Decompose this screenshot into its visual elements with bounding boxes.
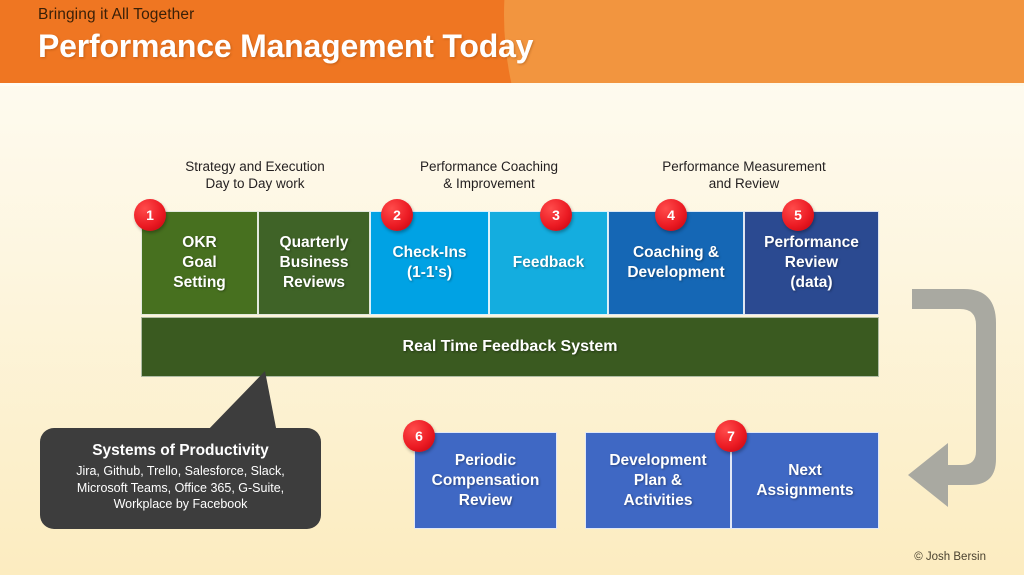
slide-canvas: Bringing it All Together Performance Man…	[0, 0, 1024, 575]
callout-body: Jira, Github, Trello, Salesforce, Slack,…	[76, 464, 285, 511]
stage-box-performance-review[interactable]: Performance Review (data)	[744, 211, 879, 315]
stage-box-periodic-compensation-review[interactable]: Periodic Compensation Review	[414, 432, 557, 529]
stage-badge-4: 4	[655, 199, 687, 231]
stage-badge-1: 1	[134, 199, 166, 231]
loop-back-arrow-icon	[900, 283, 1010, 518]
stage-badge-7: 7	[715, 420, 747, 452]
stage-box-quarterly-business-reviews[interactable]: Quarterly Business Reviews	[258, 211, 370, 315]
banner-accent-shape	[504, 0, 1024, 83]
caption-strategy: Strategy and Execution Day to Day work	[185, 159, 325, 191]
stage-badge-5: 5	[782, 199, 814, 231]
stage-badge-2: 2	[381, 199, 413, 231]
stage-badge-3: 3	[540, 199, 572, 231]
real-time-feedback-bar[interactable]: Real Time Feedback System	[141, 317, 879, 377]
stage-box-next-assignments[interactable]: Next Assignments	[731, 432, 879, 529]
caption-coaching: Performance Coaching & Improvement	[419, 159, 559, 191]
systems-of-productivity-callout: Systems of Productivity Jira, Github, Tr…	[40, 428, 321, 529]
header-eyebrow: Bringing it All Together	[38, 6, 195, 23]
copyright-text: © Josh Bersin	[914, 551, 986, 563]
callout-title: Systems of Productivity	[92, 442, 269, 459]
caption-measurement: Performance Measurement and Review	[662, 159, 826, 191]
page-title: Performance Management Today	[38, 28, 534, 64]
callout-pointer	[205, 371, 277, 433]
banner-underline	[0, 83, 1024, 86]
stage-box-development-plan-activities[interactable]: Development Plan & Activities	[585, 432, 731, 529]
header-banner: Bringing it All Together Performance Man…	[0, 0, 1024, 83]
stage-badge-6: 6	[403, 420, 435, 452]
